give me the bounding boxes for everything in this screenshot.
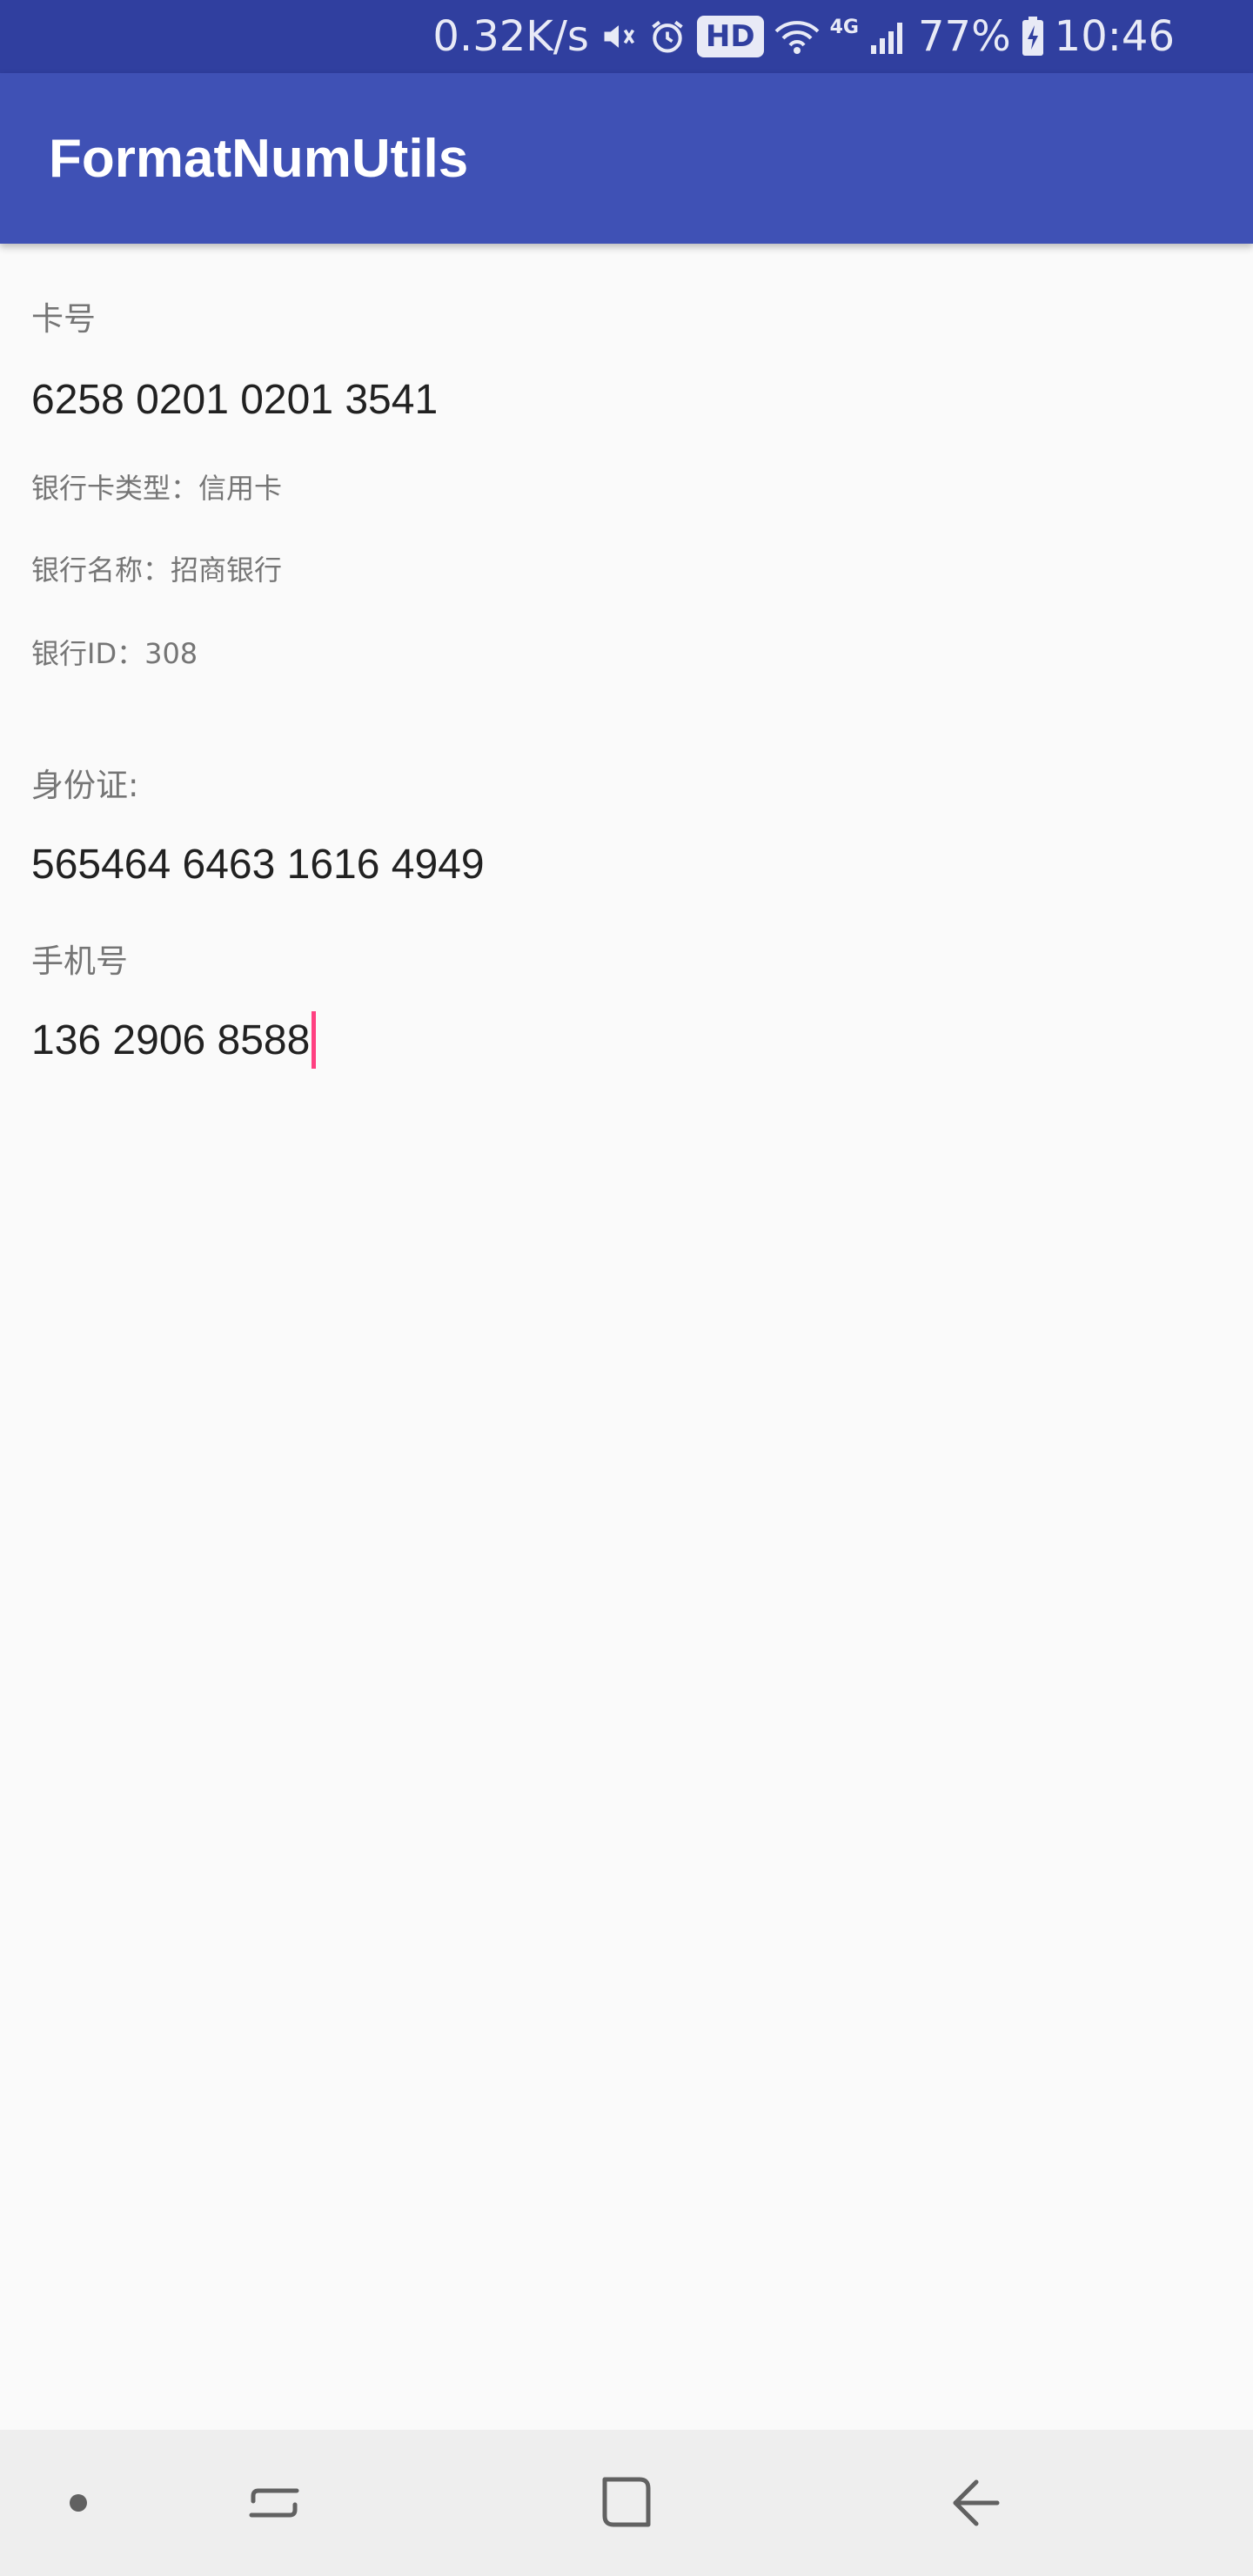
bank-name-text: 银行名称：招商银行 [31, 553, 283, 587]
bank-id-text: 银行ID：308 [31, 637, 198, 670]
app-toolbar: FormatNumUtils [0, 73, 1253, 244]
back-icon[interactable] [918, 2430, 1031, 2576]
app-title: FormatNumUtils [49, 128, 469, 189]
net-speed: 0.32K/s [432, 12, 589, 61]
mute-icon [600, 17, 638, 56]
id-card-field[interactable]: 565464 6463 1616 4949 [31, 835, 485, 893]
clock: 10:46 [1054, 12, 1175, 61]
signal-icon [869, 17, 908, 56]
phone-number-text: 136 2906 8588 [31, 1016, 311, 1063]
text-cursor [312, 1011, 317, 1069]
alarm-icon [648, 17, 687, 56]
id-card-label: 身份证: [31, 767, 139, 804]
home-icon[interactable] [570, 2430, 683, 2576]
phone-field[interactable]: 136 2906 8588 [31, 1011, 317, 1069]
network-type: 4G [829, 16, 859, 38]
navigation-bar [0, 2430, 1253, 2576]
card-number-label: 卡号 [31, 300, 96, 338]
dot-icon[interactable] [52, 2430, 104, 2576]
status-icons: 0.32K/s HD 4G 77% 10:46 [432, 0, 1175, 73]
phone-label: 手机号 [31, 943, 128, 980]
recent-apps-icon[interactable] [218, 2430, 331, 2576]
battery-percent: 77% [917, 12, 1011, 61]
status-bar: 0.32K/s HD 4G 77% 10:46 [0, 0, 1253, 73]
card-type-text: 银行卡类型：信用卡 [31, 472, 283, 505]
battery-charging-icon [1022, 17, 1044, 57]
wifi-icon [774, 17, 820, 56]
hd-badge: HD [696, 16, 764, 57]
card-number-field[interactable]: 6258 0201 0201 3541 [31, 371, 438, 428]
